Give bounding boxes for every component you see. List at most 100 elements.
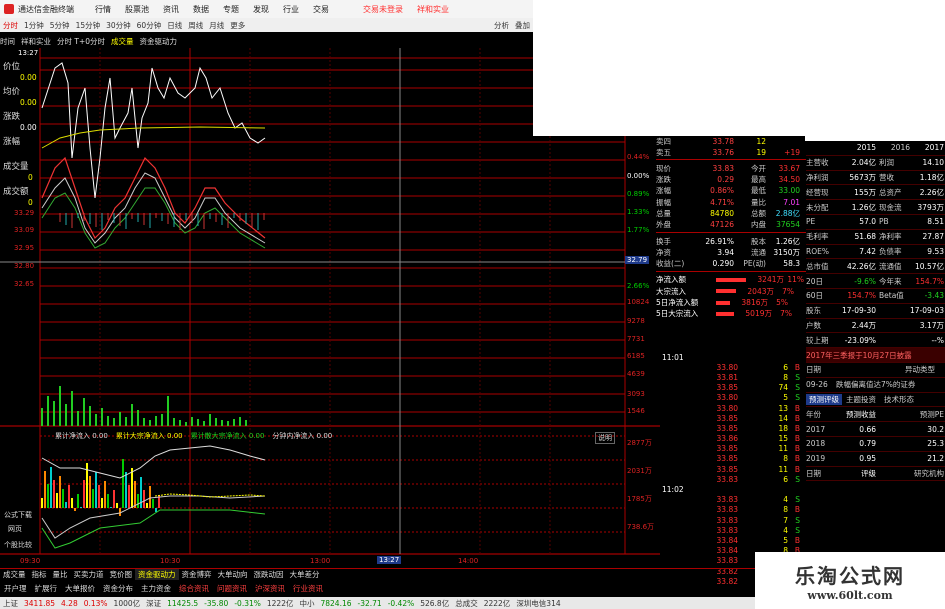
menu-stock-pool[interactable]: 股票池 (118, 4, 156, 15)
fin-value-2: 27.87 (922, 232, 944, 242)
period-intraday[interactable]: 分时 (0, 20, 21, 31)
menu-data[interactable]: 数据 (186, 4, 216, 15)
info-tab[interactable]: 扩展行 (31, 583, 62, 594)
indicator-tab[interactable]: 大单差分 (287, 569, 323, 580)
indicator-tab[interactable]: 大单动向 (215, 569, 251, 580)
indicator-tab[interactable]: 指标 (29, 569, 50, 580)
flow-pct: 11% (787, 275, 804, 285)
status-item: 0.13% (83, 598, 108, 608)
info-tab[interactable]: 主力资金 (137, 583, 175, 594)
quote-value: 26.91% (705, 236, 734, 246)
quote-row: 涨跌 0.29 最高 34.50 (656, 174, 806, 185)
indicator-tab[interactable]: 资金博弈 (179, 569, 215, 580)
menu-industry[interactable]: 行业 (276, 4, 306, 15)
period-monthly[interactable]: 月线 (206, 20, 227, 31)
volume-label: 成交量 (3, 162, 29, 172)
tick-price: 33.85 (716, 413, 738, 423)
tab-forecast[interactable]: 预测评级 (806, 393, 842, 405)
indicator-volume[interactable]: 成交量 (111, 36, 134, 47)
indicator-tab[interactable]: 量比 (50, 569, 71, 580)
price-value: 0.00 (20, 73, 37, 82)
period-5min[interactable]: 5分钟 (47, 20, 73, 31)
tick-volume: 8 (783, 454, 788, 464)
indicator-tab[interactable]: 竞价图 (107, 569, 136, 580)
tick-volume: 74 (778, 383, 788, 393)
fin-value: 17-09-30 (842, 306, 877, 316)
fin-label: 总市值 (806, 261, 829, 271)
status-item: 上证 (3, 598, 18, 608)
fin-row: 未分配 1.26亿 现金流 3793万 (806, 200, 945, 215)
overlay-button[interactable]: 叠加 (512, 20, 533, 31)
status-item: 7824.16 (320, 598, 352, 608)
quote-value: 4.71% (710, 197, 734, 207)
tick-price: 33.80 (716, 393, 738, 403)
fin-tabs: 预测评级 主题投资 技术形态 (806, 393, 945, 408)
info-tab[interactable]: 开户理 (0, 583, 31, 594)
tick-price: 33.83 (716, 515, 738, 525)
menu-stock-name[interactable]: 祥和实业 (410, 4, 456, 15)
info-tab[interactable]: 综合资讯 (175, 583, 213, 594)
period-30min[interactable]: 30分钟 (103, 20, 134, 31)
left-axis-3: 32.95 (14, 244, 35, 252)
tab-pattern[interactable]: 技术形态 (880, 394, 918, 405)
indicator-tab[interactable]: 成交量 (0, 569, 29, 580)
status-item: 深证 (146, 598, 162, 608)
info-tab[interactable]: 行业资讯 (289, 583, 327, 594)
fin-value-2: 10.57亿 (915, 261, 944, 271)
flow-value: 5019万 (745, 309, 772, 319)
info-tab[interactable]: 问题资讯 (213, 583, 251, 594)
info-tab[interactable]: 沪深资讯 (251, 583, 289, 594)
indicator-tab[interactable]: 买卖力道 (71, 569, 107, 580)
menu-discover[interactable]: 发现 (246, 4, 276, 15)
info-tab[interactable]: 大单报价 (61, 583, 99, 594)
web-link[interactable]: 网页 (8, 524, 22, 534)
indicator-tab[interactable]: 涨跌动因 (251, 569, 287, 580)
period-15min[interactable]: 15分钟 (73, 20, 104, 31)
status-item: -0.31% (234, 598, 261, 608)
event-row[interactable]: 09-26 跌幅偏离值达7%的证券 (806, 378, 945, 393)
period-60min[interactable]: 60分钟 (134, 20, 165, 31)
fin-row: 股东 17-09-30 17-09-03 (806, 304, 945, 319)
period-daily[interactable]: 日线 (164, 20, 185, 31)
period-weekly[interactable]: 周线 (185, 20, 206, 31)
quote-label: 涨跌 (656, 175, 671, 185)
change-value: 0.00 (20, 123, 37, 132)
fin-value-2: 3793万 (917, 202, 944, 212)
pred-pe: 21.2 (927, 454, 944, 464)
period-1min[interactable]: 1分钟 (21, 20, 47, 31)
menu-quotes[interactable]: 行情 (88, 4, 118, 15)
quote-value: 84780 (710, 208, 734, 218)
indicator-capital[interactable]: 资金驱动力 (140, 36, 178, 47)
indicator-tab[interactable]: 资金驱动力 (135, 569, 179, 580)
explain-button[interactable]: 说明 (595, 432, 615, 444)
stock-compare-link[interactable]: 个股比较 (4, 540, 32, 550)
flow-pct: 7% (782, 286, 794, 296)
report-notice[interactable]: 2017年三季报于10月27日披露 (806, 348, 945, 363)
tab-theme[interactable]: 主题投资 (842, 394, 880, 405)
tick-volume: 8 (783, 505, 788, 515)
tick-flag: B (794, 362, 800, 372)
menu-trade-login[interactable]: 交易未登录 (356, 4, 410, 15)
vol-axis-2: 9278 (627, 317, 645, 325)
info-tab[interactable]: 资金分布 (99, 583, 137, 594)
menu-news[interactable]: 资讯 (156, 4, 186, 15)
fin-value: 2.04亿 (851, 158, 876, 168)
period-more[interactable]: 更多 (227, 20, 248, 31)
tick-volume: 5 (783, 393, 788, 403)
right-axis-pct-3: 0.89% (627, 190, 650, 198)
time-axis-cursor: 13:27 (377, 556, 402, 564)
formula-download-link[interactable]: 公式下载 (4, 510, 32, 520)
menu-topics[interactable]: 专题 (216, 4, 246, 15)
analysis-button[interactable]: 分析 (491, 20, 512, 31)
tick-volume: 14 (778, 413, 788, 423)
avg-value: 0.00 (20, 98, 37, 107)
vol-axis-5: 4639 (627, 370, 645, 378)
fin-value: 57.0 (859, 217, 876, 227)
menu-trade[interactable]: 交易 (306, 4, 336, 15)
tick-price: 33.85 (716, 383, 738, 393)
quote-value-2: 58.3 (783, 259, 800, 269)
vol-axis-1: 10824 (627, 298, 650, 306)
tick-row: 33.85 11 B (662, 464, 805, 474)
fin-value: 1.26亿 (851, 202, 876, 212)
quote-value-2: 37654 (776, 220, 800, 230)
